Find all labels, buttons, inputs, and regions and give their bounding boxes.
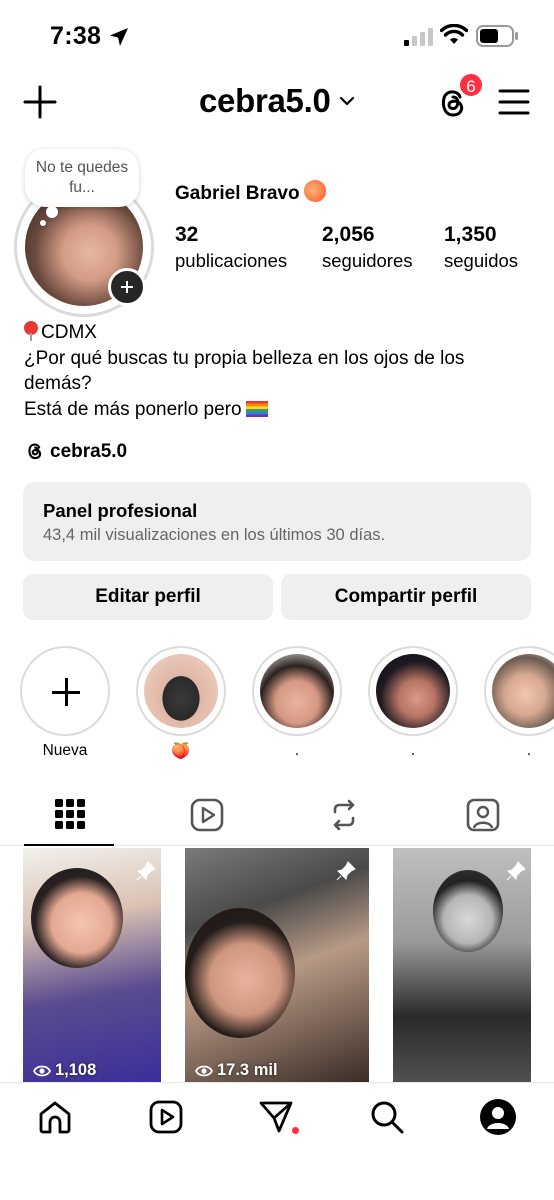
highlight-item[interactable]: . xyxy=(368,646,458,760)
post-views: 1,108 xyxy=(32,1061,97,1080)
highlight-label: . xyxy=(526,742,532,759)
profile-header: cebra5.0 6 xyxy=(0,72,554,130)
peach-emoji-icon xyxy=(303,180,326,202)
professional-dashboard[interactable]: Panel profesional 43,4 mil visualizacion… xyxy=(23,482,531,561)
note-bubble-dot xyxy=(46,206,58,218)
bio-line-1: CDMX xyxy=(41,322,97,343)
note-bubble[interactable]: No te quedes fu... xyxy=(25,149,139,207)
bio-line-2: ¿Por qué buscas tu propia belleza en los… xyxy=(24,347,465,395)
tab-reels[interactable] xyxy=(138,782,276,846)
add-story-plus-icon[interactable] xyxy=(108,268,146,306)
post-thumbnail[interactable] xyxy=(393,848,531,1082)
display-name: Gabriel Bravo xyxy=(175,180,326,205)
highlight-cover xyxy=(368,646,458,736)
reels-icon xyxy=(190,798,224,832)
pro-panel-subtitle: 43,4 mil visualizaciones en los últimos … xyxy=(43,526,386,544)
tab-tagged[interactable] xyxy=(414,782,552,846)
posts-label: publicaciones xyxy=(175,250,288,271)
posts-count: 32 xyxy=(175,223,199,246)
grid-icon xyxy=(55,799,85,829)
highlight-label: . xyxy=(410,742,416,759)
highlight-new[interactable]: Nueva xyxy=(20,646,110,760)
highlight-cover xyxy=(136,646,226,736)
reels-icon[interactable] xyxy=(148,1099,184,1135)
home-icon[interactable] xyxy=(37,1099,73,1135)
stat-posts[interactable]: 32 publicaciones xyxy=(175,222,287,274)
bio: CDMX ¿Por qué buscas tu propia belleza e… xyxy=(24,320,534,422)
rainbow-flag-icon xyxy=(245,400,268,417)
highlight-cover xyxy=(252,646,342,736)
location-arrow-icon xyxy=(110,28,128,46)
followers-count: 2,056 xyxy=(322,223,375,246)
pro-panel-title: Panel profesional xyxy=(43,500,198,521)
highlight-label: 🍑 xyxy=(171,743,191,760)
post-views-count: 17.3 mil xyxy=(217,1061,278,1079)
battery-icon xyxy=(476,25,518,47)
highlight-item[interactable]: . xyxy=(484,646,554,760)
post-views: 17.3 mil xyxy=(194,1061,278,1080)
views-eye-icon xyxy=(32,1065,52,1077)
reposts-icon xyxy=(333,799,355,831)
pin-icon xyxy=(24,321,38,341)
person-icon xyxy=(487,1107,509,1129)
highlight-item[interactable]: 🍑 xyxy=(136,646,226,761)
bio-line-3-wrap: Está de más ponerlo pero xyxy=(24,397,534,423)
post-views-count: 1,108 xyxy=(55,1061,97,1079)
note-bubble-dot xyxy=(40,220,46,226)
hamburger-menu-icon[interactable] xyxy=(497,86,531,118)
followers-label: seguidores xyxy=(322,250,413,271)
following-label: seguidos xyxy=(444,250,519,271)
views-eye-icon xyxy=(194,1065,214,1077)
stat-followers[interactable]: 2,056 seguidores xyxy=(322,222,413,274)
highlight-label: Nueva xyxy=(42,742,88,759)
stat-following[interactable]: 1,350 seguidos xyxy=(444,222,518,274)
pinned-icon xyxy=(336,861,356,881)
active-tab-indicator xyxy=(24,844,114,846)
post-thumbnail[interactable]: 1,108 xyxy=(23,848,161,1082)
highlight-item[interactable]: . xyxy=(252,646,342,760)
pinned-icon xyxy=(506,861,526,881)
profile-avatar-icon[interactable] xyxy=(480,1099,516,1135)
search-icon[interactable] xyxy=(369,1099,405,1135)
edit-profile-button[interactable]: Editar perfil xyxy=(23,574,273,620)
following-count: 1,350 xyxy=(444,223,497,246)
threads-icon xyxy=(28,443,42,460)
post-thumbnail[interactable]: 17.3 mil xyxy=(185,848,369,1082)
bottom-navigation xyxy=(0,1082,554,1200)
notification-badge: 6 xyxy=(458,72,484,98)
cellular-signal-icon xyxy=(404,28,433,46)
pinned-icon xyxy=(136,861,156,881)
bio-line-3: Está de más ponerlo pero xyxy=(24,398,242,420)
highlight-cover xyxy=(484,646,554,736)
posts-grid: 1,108 17.3 mil xyxy=(0,848,554,1082)
tab-posts-grid[interactable] xyxy=(0,782,138,846)
profile-tabs xyxy=(0,782,554,846)
messages-icon[interactable] xyxy=(258,1099,294,1135)
threads-handle: cebra5.0 xyxy=(50,441,128,462)
status-time: 7:38 xyxy=(50,22,102,50)
status-bar: 7:38 xyxy=(0,0,554,74)
highlight-label: . xyxy=(294,742,300,759)
share-profile-button[interactable]: Compartir perfil xyxy=(281,574,531,620)
wifi-icon xyxy=(440,24,468,44)
tab-reposts[interactable] xyxy=(276,782,414,846)
add-highlight-plus-icon xyxy=(20,646,110,736)
bio-location: CDMX xyxy=(24,320,534,346)
tagged-icon xyxy=(466,798,500,832)
display-name-text: Gabriel Bravo xyxy=(175,183,300,204)
threads-profile-link[interactable]: cebra5.0 xyxy=(24,440,127,463)
messages-unread-dot xyxy=(292,1127,299,1134)
username[interactable]: cebra5.0 xyxy=(199,82,331,119)
chevron-down-icon xyxy=(339,96,355,106)
